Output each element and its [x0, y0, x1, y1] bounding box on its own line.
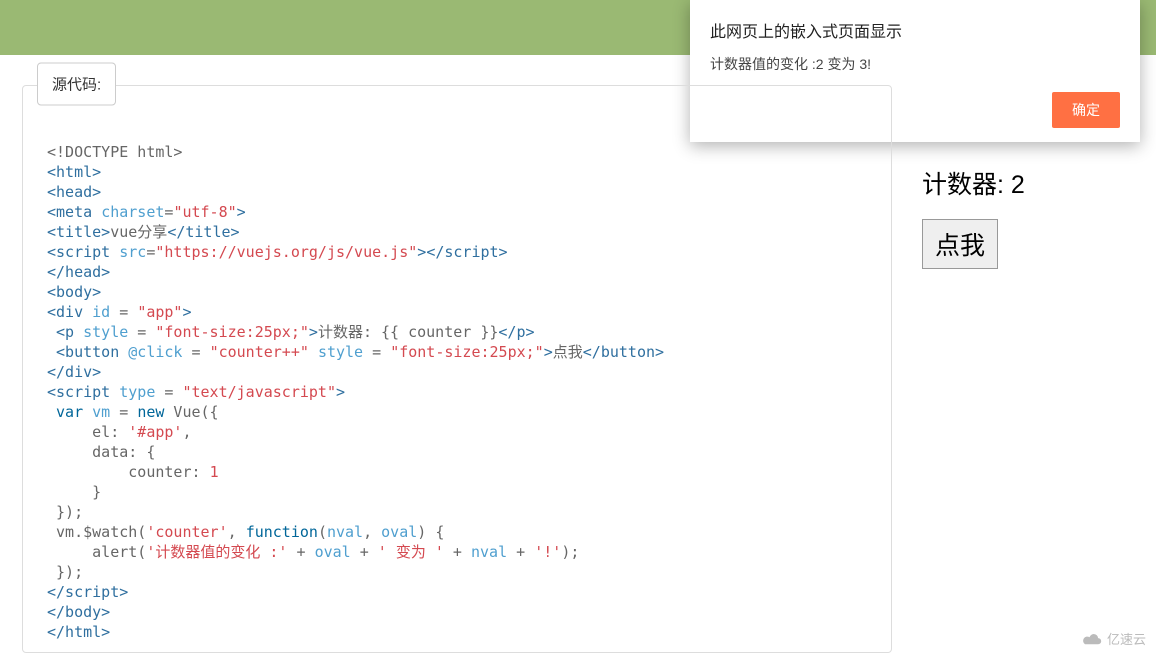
tok: </p>: [498, 323, 534, 341]
counter-value: 2: [1011, 171, 1025, 199]
tok: vue分享: [110, 223, 167, 241]
tok: >: [417, 243, 426, 261]
tok: <body>: [47, 283, 101, 301]
tok: oval: [315, 543, 351, 561]
source-tab-label: 源代码:: [37, 63, 116, 106]
tok: =: [363, 343, 390, 361]
tok: "text/javascript": [182, 383, 336, 401]
tok: });: [47, 503, 83, 521]
tok: </html>: [47, 623, 110, 641]
tok: <meta: [47, 203, 92, 221]
tok: new: [137, 403, 164, 421]
tok: ,: [228, 523, 246, 541]
tok: ,: [363, 523, 381, 541]
dialog-message: 计数器值的变化 :2 变为 3!: [710, 54, 1120, 74]
tok: oval: [381, 523, 417, 541]
tok: >: [182, 303, 191, 321]
tok: =: [155, 383, 182, 401]
tok: 计数器: {{ counter }}: [318, 323, 498, 341]
tok: 1: [210, 463, 219, 481]
code-block: <!DOCTYPE html> <html> <head> <meta char…: [23, 86, 891, 652]
counter-display: 计数器: 2: [922, 165, 1134, 201]
tok: '计数器值的变化 :': [146, 543, 287, 561]
tok: <p: [47, 323, 74, 341]
tok: =: [182, 343, 209, 361]
tok: </body>: [47, 603, 110, 621]
tok: }: [47, 483, 101, 501]
tok: 'counter': [146, 523, 227, 541]
tok: '#app': [128, 423, 182, 441]
tok: ) {: [417, 523, 444, 541]
tok: +: [507, 543, 534, 561]
tok: vm.$watch(: [47, 523, 146, 541]
tok: src: [119, 243, 146, 261]
tok: Vue({: [164, 403, 218, 421]
tok: </div>: [47, 363, 101, 381]
tok: data: {: [47, 443, 155, 461]
tok: <script: [47, 243, 110, 261]
cloud-icon: [1081, 632, 1103, 646]
tok: el:: [47, 423, 128, 441]
tok: vm: [92, 403, 110, 421]
tok: <button: [47, 343, 119, 361]
tok: +: [351, 543, 378, 561]
tok: id: [92, 303, 110, 321]
tok: </script>: [47, 583, 128, 601]
tok: "counter++": [210, 343, 309, 361]
tok: charset: [101, 203, 164, 221]
tok: type: [119, 383, 155, 401]
tok: counter:: [47, 463, 210, 481]
tok: "font-size:25px;": [155, 323, 309, 341]
tok: =: [110, 303, 137, 321]
preview-panel: 计数器: 2 点我: [922, 85, 1134, 653]
dialog-ok-button[interactable]: 确定: [1052, 92, 1120, 128]
increment-button[interactable]: 点我: [922, 219, 998, 269]
tok: <html>: [47, 163, 101, 181]
tok: "https://vuejs.org/js/vue.js": [155, 243, 417, 261]
tok: +: [444, 543, 471, 561]
tok: style: [83, 323, 128, 341]
tok: </script>: [426, 243, 507, 261]
tok: <!DOCTYPE html>: [47, 143, 182, 161]
tok: </title>: [167, 223, 239, 241]
tok: function: [246, 523, 318, 541]
tok: >: [544, 343, 553, 361]
tok: style: [318, 343, 363, 361]
tok: var: [47, 403, 83, 421]
tok: =: [128, 323, 155, 341]
tok: >: [309, 323, 318, 341]
tok: <title>: [47, 223, 110, 241]
tok: "app": [137, 303, 182, 321]
tok: <div: [47, 303, 83, 321]
tok: </button>: [583, 343, 664, 361]
watermark-text: 亿速云: [1107, 629, 1146, 648]
tok: ,: [182, 423, 191, 441]
source-code-panel: 源代码: <!DOCTYPE html> <html> <head> <meta…: [22, 85, 892, 653]
tok: nval: [471, 543, 507, 561]
tok: 点我: [553, 343, 583, 361]
tok: >: [336, 383, 345, 401]
tok: @click: [128, 343, 182, 361]
tok: '!': [534, 543, 561, 561]
tok: <head>: [47, 183, 101, 201]
tok: });: [47, 563, 83, 581]
dialog-title: 此网页上的嵌入式页面显示: [710, 18, 1120, 42]
tok: <script: [47, 383, 110, 401]
tok: </head>: [47, 263, 110, 281]
tok: >: [237, 203, 246, 221]
watermark: 亿速云: [1081, 629, 1146, 648]
tok: +: [287, 543, 314, 561]
tok: "font-size:25px;": [390, 343, 544, 361]
tok: nval: [327, 523, 363, 541]
tok: );: [561, 543, 579, 561]
tok: alert(: [47, 543, 146, 561]
tok: ' 变为 ': [378, 543, 444, 561]
tok: (: [318, 523, 327, 541]
tok: "utf-8": [173, 203, 236, 221]
counter-label: 计数器:: [922, 171, 1011, 199]
tok: =: [110, 403, 137, 421]
